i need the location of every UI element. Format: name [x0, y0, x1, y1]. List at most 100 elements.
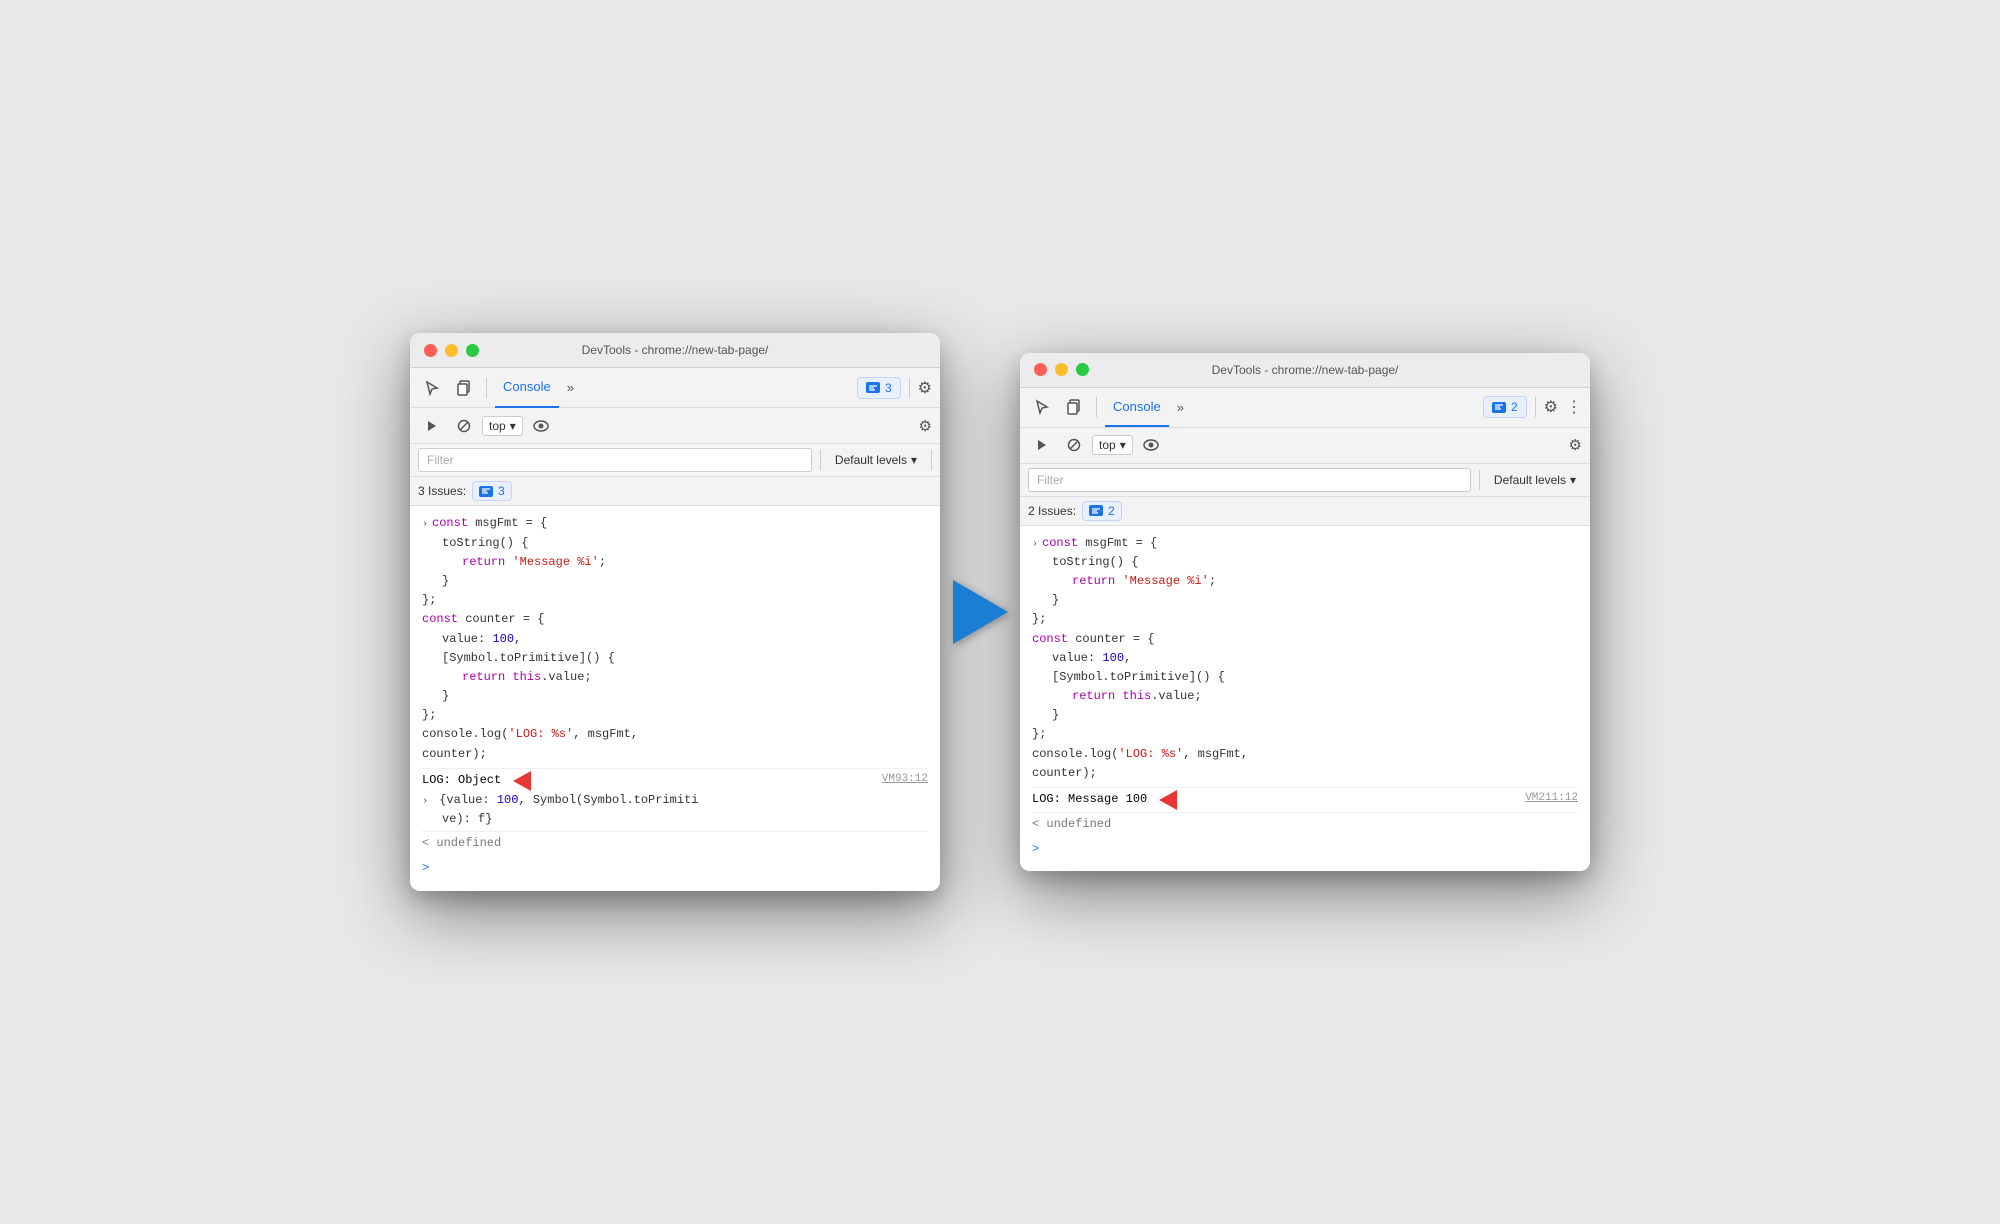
console-tab-right[interactable]: Console	[1105, 387, 1169, 427]
block-icon-right[interactable]	[1060, 431, 1088, 459]
issues-count2-left: 3	[498, 484, 505, 498]
issues-badge-right[interactable]: 2	[1483, 396, 1527, 418]
undefined-left: < undefined	[422, 831, 928, 855]
code-line-11: };	[422, 706, 928, 725]
window-controls-left	[424, 344, 479, 357]
toolbar-right: Console » 2 ⚙ ⋮	[1020, 388, 1590, 428]
close-button-left[interactable]	[424, 344, 437, 357]
code-line-r13: counter);	[1032, 764, 1578, 783]
code-line-2: toString() {	[422, 534, 928, 553]
log-obj-line1: LOG: Object	[422, 771, 698, 791]
vm-ref-right[interactable]: VM211:12	[1525, 790, 1578, 808]
cursor-icon-right[interactable]	[1028, 393, 1056, 421]
title-bar-right: DevTools - chrome://new-tab-page/	[1020, 353, 1590, 388]
settings-icon-left[interactable]: ⚙	[918, 378, 932, 398]
code-line-5: };	[422, 591, 928, 610]
more-options-right[interactable]: ⋮	[1566, 397, 1582, 417]
divider-2-right	[1535, 397, 1536, 417]
divider-2-left	[909, 378, 910, 398]
settings-icon-right[interactable]: ⚙	[1544, 397, 1558, 417]
code-line-8: [Symbol.toPrimitive]() {	[422, 649, 928, 668]
more-tabs-left[interactable]: »	[563, 376, 578, 399]
code-line-r12: console.log('LOG: %s', msgFmt,	[1032, 745, 1578, 764]
code-line-r4: }	[1032, 591, 1578, 610]
log-output-content-right: LOG: Message 100	[1032, 790, 1525, 810]
code-line-r10: }	[1032, 706, 1578, 725]
issues-row-right: 2 Issues: 2	[1020, 497, 1590, 526]
vm-ref-left[interactable]: VM93:12	[882, 771, 928, 789]
issues-icon-left	[866, 382, 880, 393]
code-line-r11: };	[1032, 725, 1578, 744]
code-line-r5: };	[1032, 610, 1578, 629]
toolbar2-right: top ▾ ⚙	[1020, 428, 1590, 464]
top-chevron-right: ▾	[1120, 438, 1126, 452]
log-obj-detail2: ve): f}	[422, 810, 698, 829]
code-line-r6: const counter = {	[1032, 630, 1578, 649]
window-title-right: DevTools - chrome://new-tab-page/	[1212, 363, 1399, 377]
prompt-left[interactable]: >	[422, 855, 928, 882]
minimize-button-left[interactable]	[445, 344, 458, 357]
console-tab-left[interactable]: Console	[495, 368, 559, 408]
issues-badge-left[interactable]: 3	[857, 377, 901, 399]
eye-icon-left[interactable]	[527, 412, 555, 440]
issues-text-left: 3 Issues:	[418, 484, 466, 498]
issues-text-right: 2 Issues:	[1028, 504, 1076, 518]
prompt-right[interactable]: >	[1032, 836, 1578, 863]
window-title-left: DevTools - chrome://new-tab-page/	[582, 343, 769, 357]
divider-filter2-left	[931, 450, 932, 470]
copy-icon-right[interactable]	[1060, 393, 1088, 421]
log-text-left: LOG: Object	[422, 771, 501, 790]
title-bar-left: DevTools - chrome://new-tab-page/	[410, 333, 940, 368]
more-tabs-right[interactable]: »	[1173, 396, 1188, 419]
play-icon-left[interactable]	[418, 412, 446, 440]
eye-icon-right[interactable]	[1137, 431, 1165, 459]
close-button-right[interactable]	[1034, 363, 1047, 376]
console-settings-left[interactable]: ⚙	[919, 417, 932, 435]
issues-count-left: 3	[885, 381, 892, 395]
play-icon-right[interactable]	[1028, 431, 1056, 459]
log-output-content-left: LOG: Object › {value: 100, Symbol(Symbol…	[422, 771, 882, 829]
top-chevron-left: ▾	[510, 419, 516, 433]
top-selector-right[interactable]: top ▾	[1092, 435, 1133, 455]
default-levels-right[interactable]: Default levels ▾	[1488, 469, 1582, 491]
default-levels-left[interactable]: Default levels ▾	[829, 449, 923, 471]
maximize-button-left[interactable]	[466, 344, 479, 357]
issues-count2-right: 2	[1108, 504, 1115, 518]
code-line-6: const counter = {	[422, 610, 928, 629]
log-obj-block: LOG: Object › {value: 100, Symbol(Symbol…	[422, 771, 698, 829]
filter-input-left[interactable]: Filter	[418, 448, 812, 472]
log-output-right: LOG: Message 100 VM211:12	[1032, 787, 1578, 812]
filter-bar-left: Filter Default levels ▾	[410, 444, 940, 477]
issues-icon2-right	[1089, 505, 1103, 516]
maximize-button-right[interactable]	[1076, 363, 1089, 376]
code-line-3: return 'Message %i';	[422, 553, 928, 572]
right-devtools-window: DevTools - chrome://new-tab-page/ Consol…	[1020, 353, 1590, 872]
filter-input-right[interactable]: Filter	[1028, 468, 1471, 492]
log-obj-detail: › {value: 100, Symbol(Symbol.toPrimiti	[422, 791, 698, 810]
copy-icon-left[interactable]	[450, 374, 478, 402]
red-arrow-left	[513, 771, 531, 791]
issues-icon2-left	[479, 486, 493, 497]
divider-1-left	[486, 378, 487, 398]
top-label-right: top	[1099, 438, 1116, 452]
code-line-r9: return this.value;	[1032, 687, 1578, 706]
divider-filter-right	[1479, 470, 1480, 490]
issues-badge2-right[interactable]: 2	[1082, 501, 1122, 521]
top-selector-left[interactable]: top ▾	[482, 416, 523, 436]
console-settings-right[interactable]: ⚙	[1569, 436, 1582, 454]
block-icon-left[interactable]	[450, 412, 478, 440]
filter-bar-right: Filter Default levels ▾	[1020, 464, 1590, 497]
cursor-icon-left[interactable]	[418, 374, 446, 402]
toolbar-left: Console » 3 ⚙	[410, 368, 940, 408]
toolbar2-left: top ▾ ⚙	[410, 408, 940, 444]
code-line-r2: toString() {	[1032, 553, 1578, 572]
minimize-button-right[interactable]	[1055, 363, 1068, 376]
code-line-r7: value: 100,	[1032, 649, 1578, 668]
log-output-left: LOG: Object › {value: 100, Symbol(Symbol…	[422, 768, 928, 831]
code-line-9: return this.value;	[422, 668, 928, 687]
issues-row-left: 3 Issues: 3	[410, 477, 940, 506]
code-line-4: }	[422, 572, 928, 591]
code-line-r1: ›const msgFmt = {	[1032, 534, 1578, 553]
code-line-7: value: 100,	[422, 630, 928, 649]
issues-badge2-left[interactable]: 3	[472, 481, 512, 501]
